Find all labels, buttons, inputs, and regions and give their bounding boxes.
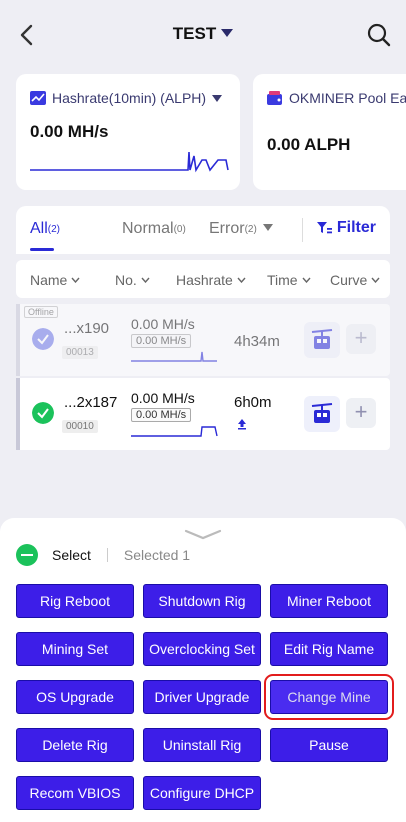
checkbox-checked-icon[interactable] bbox=[32, 402, 54, 424]
col-curve[interactable]: Curve bbox=[330, 272, 380, 288]
overclocking-set-button[interactable]: Overclocking Set bbox=[143, 632, 261, 666]
hashrate-card-title[interactable]: Hashrate(10min) (ALPH) bbox=[30, 90, 223, 106]
collapse-chevron-icon[interactable] bbox=[184, 528, 222, 540]
chevron-down-icon bbox=[71, 277, 80, 283]
tab-all-label: All bbox=[30, 220, 48, 237]
tab-normal-count: (0) bbox=[173, 224, 186, 235]
configure-dhcp-button[interactable]: Configure DHCP bbox=[143, 776, 261, 810]
tab-bar: All(2) Normal(0) Error(2) Filter bbox=[16, 206, 390, 254]
uninstall-rig-button[interactable]: Uninstall Rig bbox=[143, 728, 261, 762]
divider bbox=[302, 218, 303, 242]
add-button[interactable]: + bbox=[346, 324, 376, 354]
page-title[interactable]: TEST bbox=[0, 24, 406, 44]
chevron-down-icon bbox=[302, 277, 311, 283]
rig-mini-chart bbox=[131, 351, 217, 362]
dropdown-caret-icon bbox=[212, 94, 223, 102]
hashrate-value: 0.00 MH/s bbox=[30, 122, 109, 141]
offline-badge: Offline bbox=[24, 306, 58, 318]
row-status-bar bbox=[16, 378, 20, 450]
mining-set-button[interactable]: Mining Set bbox=[16, 632, 134, 666]
chevron-down-icon bbox=[237, 277, 246, 283]
col-curve-label: Curve bbox=[330, 272, 368, 288]
search-icon[interactable] bbox=[366, 22, 392, 48]
miner-reboot-button[interactable]: Miner Reboot bbox=[270, 584, 388, 618]
pool-earn-label: OKMINER Pool Earn bbox=[289, 90, 406, 106]
select-bar: Select Selected 1 bbox=[16, 544, 190, 566]
col-time-label: Time bbox=[267, 272, 298, 288]
error-caret-icon bbox=[262, 224, 273, 231]
driver-upgrade-button[interactable]: Driver Upgrade bbox=[143, 680, 261, 714]
rig-hashrate: 0.00 MH/s bbox=[131, 390, 195, 406]
tab-normal-label: Normal bbox=[122, 220, 174, 237]
title-text: TEST bbox=[172, 24, 217, 43]
curve-button[interactable] bbox=[304, 396, 340, 432]
rig-name: ...2x187 bbox=[64, 394, 118, 411]
tab-error-label: Error bbox=[209, 220, 245, 237]
tab-normal[interactable]: Normal(0) bbox=[122, 220, 186, 238]
rig-hashrate-box: 0.00 MH/s bbox=[131, 334, 192, 348]
rig-mini-chart bbox=[131, 426, 218, 437]
filter-label: Filter bbox=[336, 219, 376, 236]
col-no[interactable]: No. bbox=[115, 272, 150, 288]
rig-reboot-button[interactable]: Rig Reboot bbox=[16, 584, 134, 618]
delete-rig-button[interactable]: Delete Rig bbox=[16, 728, 134, 762]
os-upgrade-button[interactable]: OS Upgrade bbox=[16, 680, 134, 714]
pool-earn-value: 0.00 ALPH bbox=[267, 135, 351, 154]
tab-all-count: (2) bbox=[47, 224, 61, 235]
upload-arrow-icon bbox=[238, 419, 246, 430]
filter-icon bbox=[316, 222, 332, 234]
chevron-down-icon bbox=[141, 277, 150, 283]
tab-error[interactable]: Error(2) bbox=[209, 220, 273, 238]
rig-number: 00010 bbox=[62, 420, 98, 433]
column-headers: Name No. Hashrate Time Curve bbox=[16, 260, 390, 298]
tab-all[interactable]: All(2) bbox=[30, 220, 60, 238]
rig-row[interactable]: Offline ...x190 00013 0.00 MH/s 0.00 MH/… bbox=[16, 304, 390, 376]
active-tab-indicator bbox=[30, 248, 54, 251]
action-sheet: Select Selected 1 Rig Reboot Shutdown Ri… bbox=[0, 518, 406, 822]
header: TEST bbox=[0, 0, 406, 68]
curve-button[interactable] bbox=[304, 322, 340, 358]
change-mine-button[interactable]: Change Mine bbox=[264, 674, 394, 720]
chart-icon bbox=[30, 91, 46, 105]
hashrate-card-label: Hashrate(10min) (ALPH) bbox=[52, 90, 207, 106]
cable-car-icon bbox=[311, 403, 333, 423]
rig-hashrate-box: 0.00 MH/s bbox=[131, 408, 192, 422]
filter-button[interactable]: Filter bbox=[316, 219, 376, 237]
col-no-label: No. bbox=[115, 272, 137, 288]
rig-row[interactable]: ...2x187 00010 0.00 MH/s 0.00 MH/s 6h0m … bbox=[16, 378, 390, 450]
shutdown-rig-button[interactable]: Shutdown Rig bbox=[143, 584, 261, 618]
row-status-bar bbox=[16, 304, 20, 376]
selected-count: Selected 1 bbox=[123, 547, 191, 563]
divider bbox=[106, 548, 108, 562]
pool-earn-title: OKMINER Pool Earn bbox=[267, 90, 406, 106]
add-button[interactable]: + bbox=[346, 398, 376, 428]
col-hashrate-label: Hashrate bbox=[176, 272, 233, 288]
cable-car-icon bbox=[311, 329, 333, 349]
deselect-icon[interactable] bbox=[16, 544, 38, 566]
rig-uptime: 4h34m bbox=[234, 333, 280, 350]
col-hashrate[interactable]: Hashrate bbox=[176, 272, 246, 288]
hashrate-card[interactable]: Hashrate(10min) (ALPH) 0.00 MH/s bbox=[16, 74, 240, 190]
pause-button[interactable]: Pause bbox=[270, 728, 388, 762]
hashrate-sparkline bbox=[30, 151, 229, 173]
rig-number: 00013 bbox=[62, 346, 98, 359]
rig-uptime: 6h0m bbox=[234, 394, 272, 411]
rig-name: ...x190 bbox=[64, 320, 110, 337]
checkbox-checked-icon[interactable] bbox=[32, 328, 54, 350]
pool-earn-card[interactable]: OKMINER Pool Earn 0.00 ALPH bbox=[253, 74, 406, 190]
col-name-label: Name bbox=[30, 272, 68, 288]
wallet-icon bbox=[267, 91, 282, 105]
tab-error-count: (2) bbox=[244, 224, 257, 235]
title-caret-icon bbox=[221, 29, 234, 37]
col-time[interactable]: Time bbox=[267, 272, 311, 288]
chevron-down-icon bbox=[371, 277, 380, 283]
rig-hashrate: 0.00 MH/s bbox=[131, 316, 195, 332]
select-label[interactable]: Select bbox=[52, 547, 91, 563]
col-name[interactable]: Name bbox=[30, 272, 80, 288]
recom-vbios-button[interactable]: Recom VBIOS bbox=[16, 776, 134, 810]
edit-rig-name-button[interactable]: Edit Rig Name bbox=[270, 632, 388, 666]
